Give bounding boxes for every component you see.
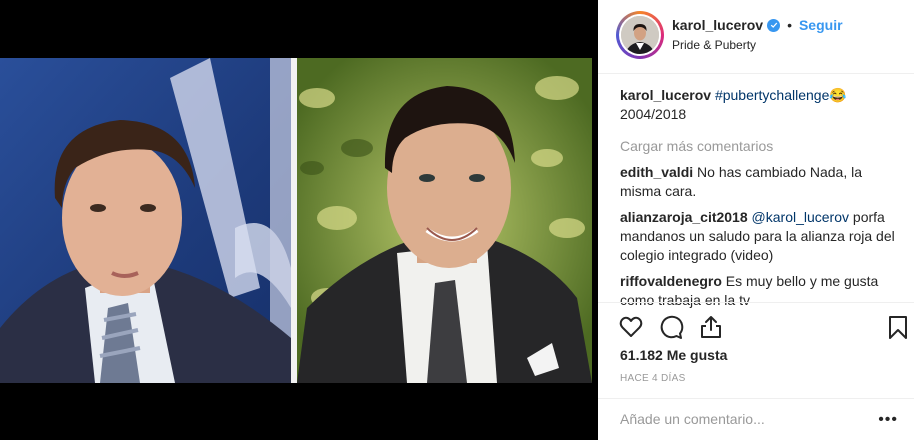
comment-input[interactable]	[620, 411, 870, 427]
comments-section: karol_lucerov #pubertychallenge😂 2004/20…	[620, 86, 902, 317]
more-options-button[interactable]: •••	[878, 411, 898, 429]
load-more-comments-button[interactable]: Cargar más comentarios	[620, 137, 902, 156]
caption-text: 2004/2018	[620, 106, 687, 122]
photo-before-image	[0, 58, 291, 383]
share-icon[interactable]	[698, 314, 724, 340]
post-header: karol_lucerov • Seguir Pride & Puberty	[598, 0, 914, 74]
comment-item: edith_valdi No has cambiado Nada, la mis…	[620, 163, 902, 201]
caption-emoji: 😂	[829, 87, 847, 103]
header-username[interactable]: karol_lucerov	[672, 17, 763, 33]
comment-username[interactable]: alianzaroja_cit2018	[620, 209, 748, 225]
comment-mention[interactable]: @karol_lucerov	[752, 209, 849, 225]
verified-icon	[767, 18, 781, 32]
comment-icon[interactable]	[658, 314, 684, 340]
comment-item: alianzaroja_cit2018 @karol_lucerov porfa…	[620, 208, 902, 265]
header-username-row: karol_lucerov • Seguir	[672, 17, 843, 33]
caption-username[interactable]: karol_lucerov	[620, 87, 711, 103]
add-comment-bar: •••	[598, 398, 914, 440]
post-caption: karol_lucerov #pubertychallenge😂 2004/20…	[620, 86, 902, 124]
avatar-image	[621, 16, 659, 54]
likes-count[interactable]: 61.182 Me gusta	[620, 347, 727, 363]
comment-username[interactable]: edith_valdi	[620, 164, 693, 180]
heart-icon[interactable]	[618, 314, 644, 340]
photo-after	[297, 58, 592, 383]
header-separator: •	[787, 17, 792, 33]
post-location[interactable]: Pride & Puberty	[672, 38, 756, 52]
bookmark-icon[interactable]	[885, 314, 911, 340]
caption-hashtag[interactable]: #pubertychallenge	[715, 87, 829, 103]
photo-before	[0, 58, 291, 383]
post-media[interactable]	[0, 0, 598, 440]
photo-after-image	[297, 58, 592, 383]
action-bar	[598, 302, 914, 350]
comment-username[interactable]: riffovaldenegro	[620, 273, 722, 289]
avatar[interactable]	[619, 14, 661, 56]
story-ring[interactable]	[616, 11, 664, 59]
post-timestamp[interactable]: HACE 4 DÍAS	[620, 373, 686, 384]
follow-button[interactable]: Seguir	[799, 17, 843, 33]
post-side-panel: karol_lucerov • Seguir Pride & Puberty k…	[598, 0, 914, 440]
avatar-person-icon	[621, 16, 659, 54]
